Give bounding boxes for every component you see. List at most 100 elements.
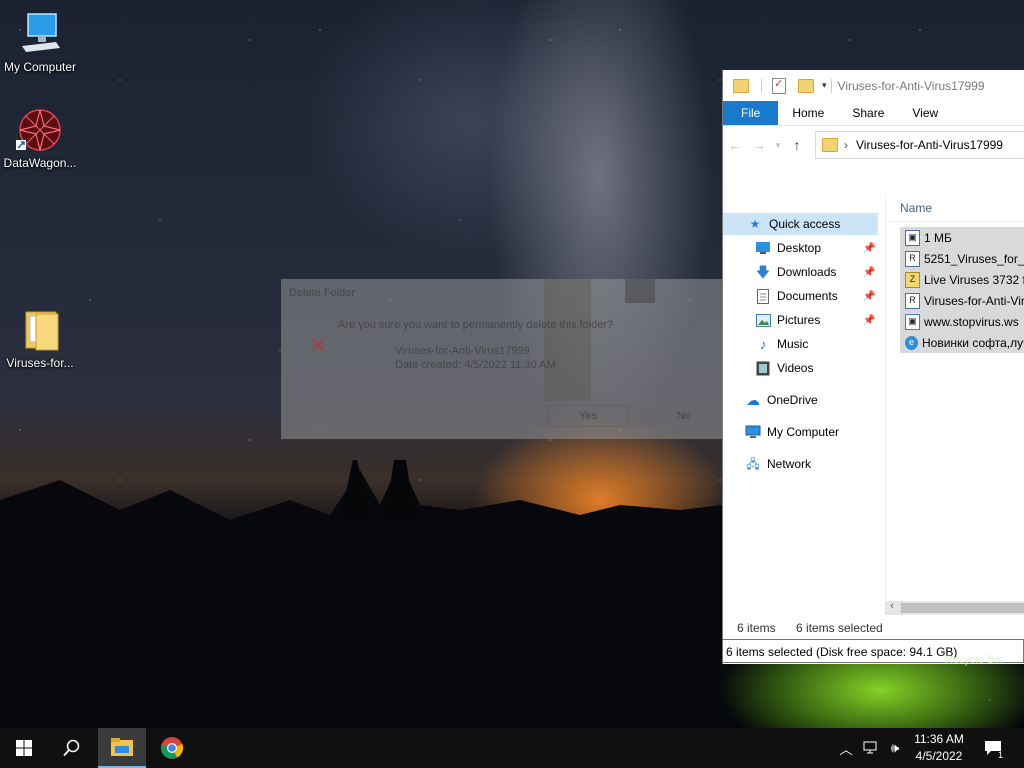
datawagon-logo-icon [16,106,64,154]
notification-count: 1 [998,750,1004,760]
computer-icon [745,424,761,440]
title-separator [761,78,762,93]
folder-icon [733,78,749,93]
picture-icon [755,312,771,328]
properties-icon[interactable] [772,77,786,94]
file-list-pane: Name ▣ 1 МБ R 5251_Viruses_for_An Z Live… [885,195,1024,607]
nav-item-quick-access[interactable]: ★ Quick access [723,213,878,235]
nav-item-label: Documents [777,289,838,303]
taskbar-file-explorer[interactable] [98,728,146,768]
column-header-divider [886,221,1024,222]
dialog-item-name: Viruses-for-Anti-Virus17999 [395,345,530,357]
dialog-ghost-artifact [544,279,591,401]
action-center-icon[interactable]: 1 [978,728,1008,768]
column-header-name[interactable]: Name [900,201,932,215]
nav-item-pictures[interactable]: Pictures [755,309,820,331]
nav-item-label: Pictures [777,313,821,327]
nav-item-desktop[interactable]: Desktop [755,237,821,259]
pin-icon[interactable]: 📌 [863,267,875,278]
navigation-pane: ★ Quick access Desktop 📌 🡇 Downloads 📌 D… [723,195,883,607]
tab-home[interactable]: Home [778,101,838,125]
taskbar-clock[interactable]: 11:36 AM 4/5/2022 [906,731,972,765]
show-hidden-icons-chevron-icon[interactable]: ︿ [836,728,856,768]
nav-item-videos[interactable]: Videos [755,357,813,379]
file-name: www.stopvirus.ws [924,314,1019,329]
desktop-icon-datawagon[interactable]: DataWagon... [0,106,80,170]
dialog-title: Delete Folder [289,287,356,299]
taskbar-chrome[interactable] [148,728,196,768]
volume-icon[interactable]: 🕪 [884,728,906,768]
tab-file[interactable]: File [723,101,779,125]
chrome-icon [161,737,184,759]
computer-icon [16,10,64,58]
new-folder-icon[interactable] [798,78,814,93]
desktop-icon-viruses-folder[interactable]: Viruses-for... [0,306,80,370]
desktop-icon-my-computer[interactable]: My Computer [0,10,80,74]
address-bar[interactable]: › Viruses-for-Anti-Virus17999 [815,131,1024,159]
folder-icon [822,138,838,152]
file-name: Live Viruses 3732 fo [924,272,1024,287]
pin-icon[interactable]: 📌 [863,315,875,326]
dialog-question: Are you sure you want to permanently del… [338,319,614,331]
nav-item-label: My Computer [767,425,840,439]
customize-dropdown-icon[interactable]: ▾ [822,80,827,91]
desktop-icon [755,240,771,256]
back-arrow-icon[interactable]: ← [723,137,747,153]
nav-item-my-computer[interactable]: My Computer [745,421,839,443]
image-file-icon: ▣ [905,229,920,246]
file-explorer-window: ▾ Viruses-for-Anti-Virus17999 File Home … [722,70,1024,664]
clock-date: 4/5/2022 [915,749,963,763]
folder-icon [16,306,64,354]
clock-time: 11:36 AM [914,732,964,746]
dialog-ghost-artifact [625,279,655,303]
desktop-icon-label: Viruses-for... [6,356,74,370]
pin-icon[interactable]: 📌 [863,243,875,254]
recycle-bin-label[interactable]: Recycle Bin [945,654,1003,666]
nav-item-label: Network [767,457,812,471]
file-row[interactable]: R 5251_Viruses_for_An [900,248,1024,269]
file-row[interactable]: e Новинки софта,луч [900,332,1024,353]
breadcrumb-chevron-icon[interactable]: › [844,138,848,152]
nav-item-music[interactable]: ♪ Music [755,333,809,355]
ribbon-tabs: File Home Share View [723,101,1024,126]
video-icon [755,360,771,376]
window-title: Viruses-for-Anti-Virus17999 [837,78,985,93]
recent-dropdown-icon[interactable]: ▾ [771,140,785,151]
file-row[interactable]: Z Live Viruses 3732 fo [900,269,1024,290]
status-item-count: 6 items [737,621,776,635]
zip-file-icon: Z [905,271,920,288]
file-row[interactable]: ▣ www.stopvirus.ws [900,311,1024,332]
tab-view[interactable]: View [898,101,952,125]
taskbar: ︿ 🕪 11:36 AM 4/5/2022 1 [0,728,1024,768]
no-button[interactable]: No [643,405,725,427]
forward-arrow-icon[interactable]: → [747,137,771,153]
file-row[interactable]: R Viruses-for-Anti-Vir [900,290,1024,311]
nav-item-network[interactable]: 🖧 Network [745,453,811,475]
start-button[interactable] [0,728,48,768]
scrollbar-thumb[interactable] [901,603,1024,613]
nav-item-downloads[interactable]: 🡇 Downloads [755,261,837,283]
up-arrow-icon[interactable]: ↑ [785,137,809,153]
nav-item-documents[interactable]: Documents [755,285,838,307]
yes-button[interactable]: Yes [547,405,629,427]
network-tray-icon[interactable] [860,728,882,768]
breadcrumb-folder[interactable]: Viruses-for-Anti-Virus17999 [856,138,1003,152]
nav-item-onedrive[interactable]: ☁ OneDrive [745,389,818,411]
title-bar: ▾ Viruses-for-Anti-Virus17999 [723,70,1024,101]
file-name: Viruses-for-Anti-Vir [924,293,1024,308]
file-row[interactable]: ▣ 1 МБ [900,227,1024,248]
search-button[interactable] [48,728,96,768]
tab-share[interactable]: Share [838,101,898,125]
status-selected-count: 6 items selected [796,621,883,635]
file-name: 5251_Viruses_for_An [924,251,1024,266]
nav-item-label: OneDrive [767,393,818,407]
cloud-icon: ☁ [746,392,760,408]
status-bar: 6 items 6 items selected [723,617,1024,639]
scroll-left-icon[interactable]: ‹ [885,600,899,612]
delete-x-icon: ✕ [309,333,328,358]
file-explorer-icon [111,738,133,756]
horizontal-scrollbar[interactable]: ‹ [885,600,1024,615]
pin-icon[interactable]: 📌 [863,291,875,302]
delete-folder-dialog: Delete Folder ✕ ✕ Are you sure you want … [281,279,734,439]
file-name: 1 МБ [924,230,952,245]
